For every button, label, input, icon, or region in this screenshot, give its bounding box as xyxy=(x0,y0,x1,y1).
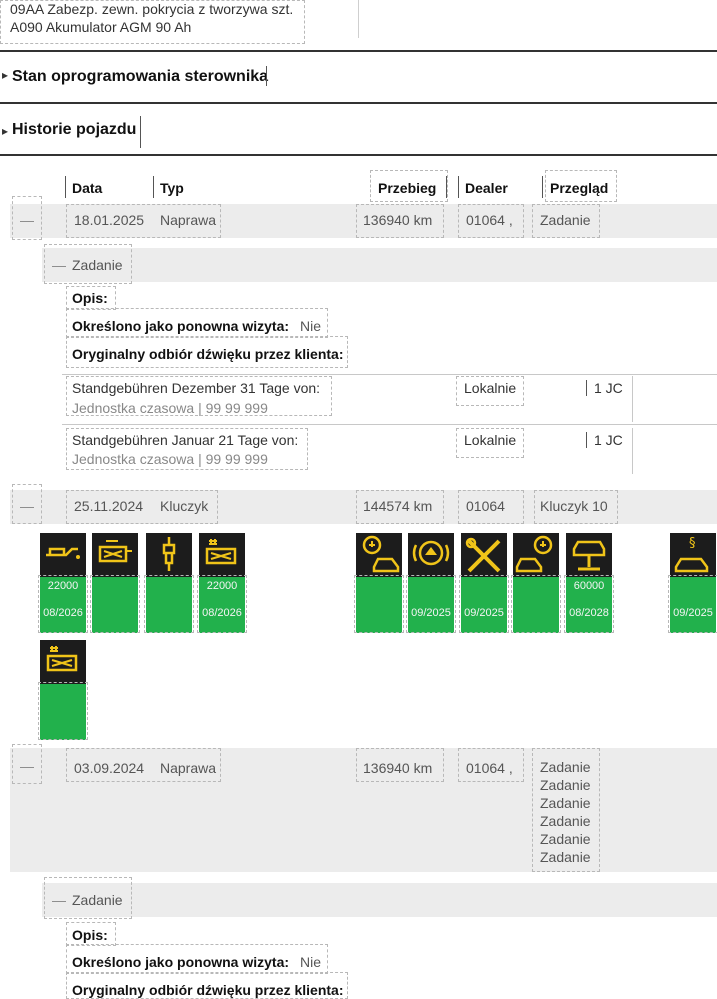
software-section-title: Stan oprogramowania sterownika xyxy=(12,68,269,85)
engine-filter-icon xyxy=(92,533,138,577)
spark-plug-icon xyxy=(146,533,192,577)
expand-icon[interactable]: ▸ xyxy=(2,68,8,82)
col-header-type[interactable]: Typ xyxy=(160,180,184,196)
task-row[interactable] xyxy=(42,883,717,917)
history-section-title: Historie pojazdu xyxy=(12,121,137,138)
task-row[interactable] xyxy=(42,248,717,282)
microfilter-icon xyxy=(199,533,245,577)
svg-text:§: § xyxy=(689,536,696,551)
microfilter-icon xyxy=(40,640,86,684)
history-section-header[interactable]: ▸ Historie pojazdu xyxy=(0,112,146,152)
battery-line-2: A090 Akumulator AGM 90 Ah xyxy=(10,19,192,35)
task-item-quantity: 1 JC xyxy=(594,432,623,448)
tools-icon xyxy=(461,533,507,577)
vehicle-check-icon xyxy=(356,533,402,577)
col-header-date[interactable]: Data xyxy=(72,180,102,196)
expand-icon[interactable]: ▸ xyxy=(2,124,8,138)
brake-fluid-icon xyxy=(408,533,454,577)
col-header-dealer[interactable]: Dealer xyxy=(465,180,508,196)
battery-line-1: 09AA Zabezp. zewn. pokrycia z tworzywa s… xyxy=(10,1,294,17)
task-item-quantity: 1 JC xyxy=(594,380,623,396)
car-lift-icon xyxy=(566,533,612,577)
legal-inspection-icon: § xyxy=(670,533,716,577)
software-section-header[interactable]: ▸ Stan oprogramowania sterownika xyxy=(0,62,272,94)
vehicle-check-rear-icon xyxy=(513,533,559,577)
oil-can-icon xyxy=(40,533,86,577)
